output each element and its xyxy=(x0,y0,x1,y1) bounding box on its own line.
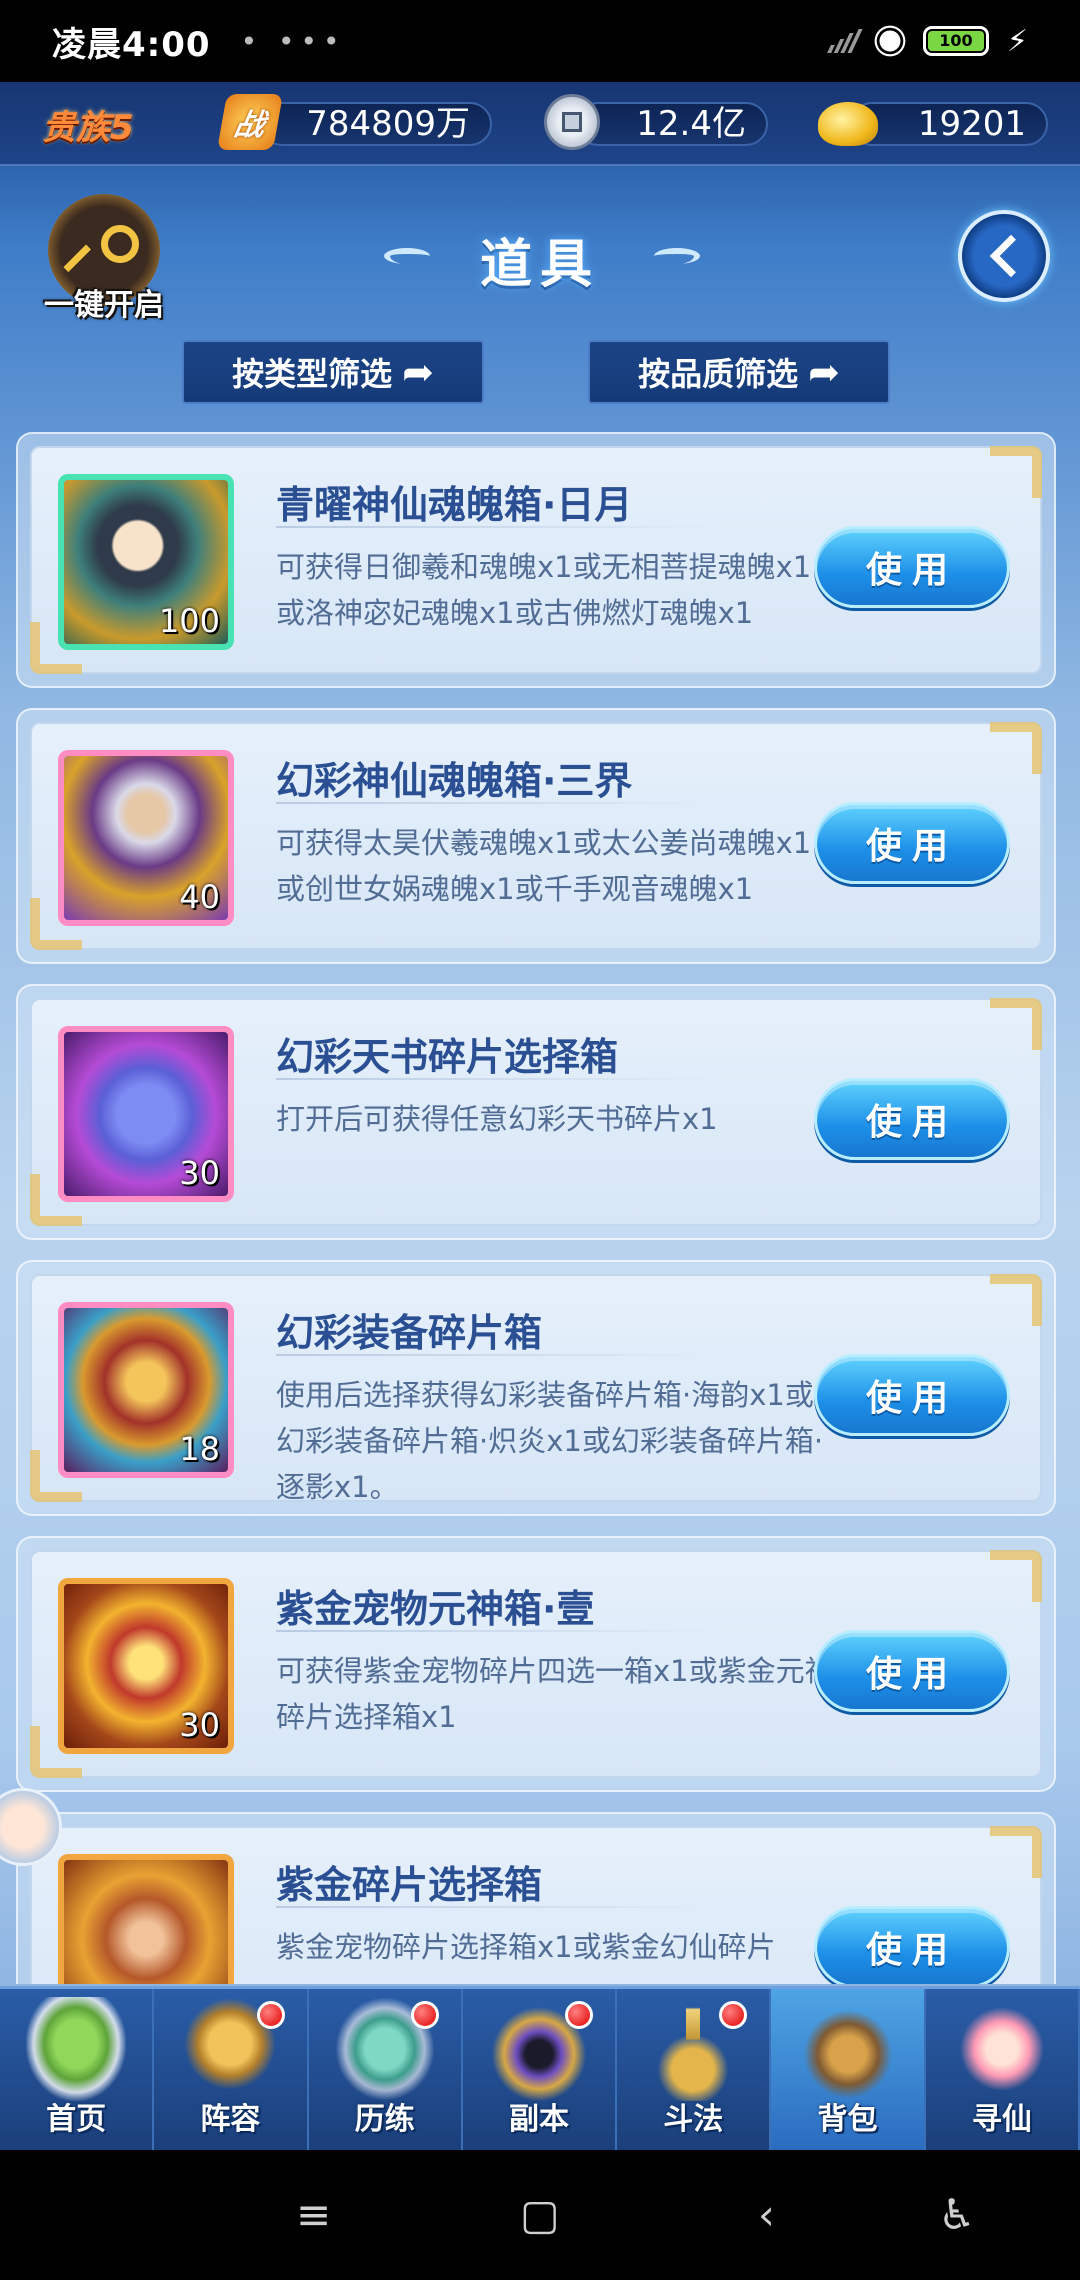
item-name: 幻彩装备碎片箱 xyxy=(276,1311,543,1355)
page-title: 道具 xyxy=(479,235,600,295)
resource-bar: 贵族5 784809万 战 12.4亿 19201 xyxy=(0,82,1080,166)
item-description: 使用后选择获得幻彩装备碎片箱·海韵x1或幻彩装备碎片箱·炽炎x1或幻彩装备碎片箱… xyxy=(276,1378,824,1504)
item-count: 30 xyxy=(179,1706,220,1744)
home-icon[interactable]: ▢ xyxy=(520,2190,560,2239)
notification-badge xyxy=(256,2001,285,2029)
gold-shard-chest-icon[interactable] xyxy=(58,1854,234,1984)
power-value: 784809万 xyxy=(260,102,492,146)
nav-seek-immortal[interactable]: 寻仙 xyxy=(926,1989,1080,2150)
item-count: 18 xyxy=(179,1430,220,1468)
battery-level: 100 xyxy=(927,31,984,51)
soul-box-sun-moon-icon[interactable]: 100 xyxy=(58,474,234,650)
list-item: 40 幻彩神仙魂魄箱·三界 可获得太昊伏羲魂魄x1或太公姜尚魂魄x1或创世女娲魂… xyxy=(16,708,1056,964)
nav-lineup[interactable]: 阵容 xyxy=(154,1989,309,2150)
charging-icon: ⚡ xyxy=(1006,23,1028,59)
notification-dots: • ••• xyxy=(240,24,346,58)
use-button[interactable]: 使用 xyxy=(814,1078,1010,1160)
nav-dungeon[interactable]: 副本 xyxy=(463,1989,618,2150)
use-button[interactable]: 使用 xyxy=(814,1354,1010,1436)
filter-by-type-label: 按类型筛选 xyxy=(232,355,393,393)
brightness-icon xyxy=(879,30,901,52)
nav-label: 寻仙 xyxy=(971,2102,1032,2137)
filter-by-type-button[interactable]: 按类型筛选 ➦ xyxy=(182,340,484,404)
nav-battle[interactable]: 斗法 xyxy=(617,1989,772,2150)
item-name: 紫金宠物元神箱·壹 xyxy=(276,1587,595,1631)
sky-book-bag-icon[interactable]: 30 xyxy=(58,1026,234,1202)
back-button[interactable] xyxy=(958,210,1050,302)
item-count: 100 xyxy=(158,602,220,640)
battle-power-icon: 战 xyxy=(217,94,283,150)
pet-spirit-chest-icon[interactable]: 30 xyxy=(58,1578,234,1754)
nav-label: 首页 xyxy=(46,2102,107,2137)
item-list[interactable]: 100 青曜神仙魂魄箱·日月 可获得日御羲和魂魄x1或无相菩提魂魄x1或洛神宓妃… xyxy=(16,432,1056,1984)
use-button[interactable]: 使用 xyxy=(814,1630,1010,1712)
item-count: 40 xyxy=(179,878,220,916)
item-name: 青曜神仙魂魄箱·日月 xyxy=(276,483,633,527)
use-button[interactable]: 使用 xyxy=(814,802,1010,884)
status-icons: 100 ⚡ xyxy=(827,24,1028,59)
status-bar: 凌晨4:00 • ••• 100 ⚡ xyxy=(0,0,1080,82)
list-item: 18 幻彩装备碎片箱 使用后选择获得幻彩装备碎片箱·海韵x1或幻彩装备碎片箱·炽… xyxy=(16,1260,1056,1516)
use-button[interactable]: 使用 xyxy=(814,1906,1010,1984)
item-description: 紫金宠物碎片选择箱x1或紫金幻仙碎片 xyxy=(276,1930,776,1964)
nav-bag[interactable]: 背包 xyxy=(771,1989,926,2150)
item-name: 幻彩神仙魂魄箱·三界 xyxy=(276,759,633,803)
signal-icon xyxy=(827,29,863,53)
coins-value: 12.4亿 xyxy=(576,102,768,146)
list-item: 100 青曜神仙魂魄箱·日月 可获得日御羲和魂魄x1或无相菩提魂魄x1或洛神宓妃… xyxy=(16,432,1056,688)
nav-label: 斗法 xyxy=(663,2102,724,2137)
share-arrow-icon: ➦ xyxy=(402,350,434,394)
game-screen: 贵族5 784809万 战 12.4亿 19201 一键开启 道具 按类型筛选 … xyxy=(0,82,1080,2150)
filter-by-quality-button[interactable]: 按品质筛选 ➦ xyxy=(588,340,890,404)
item-name: 幻彩天书碎片选择箱 xyxy=(276,1035,619,1079)
equipment-chest-icon[interactable]: 18 xyxy=(58,1302,234,1478)
item-description: 打开后可获得任意幻彩天书碎片x1 xyxy=(276,1102,718,1136)
notification-badge xyxy=(565,2001,594,2029)
item-description: 可获得紫金宠物碎片四选一箱x1或紫金元神碎片选择箱x1 xyxy=(276,1654,834,1734)
filter-by-quality-label: 按品质筛选 xyxy=(638,355,799,393)
bottom-navigation: 首页 阵容 历练 副本 斗法 背包 寻仙 xyxy=(0,1986,1080,2150)
list-item: 30 幻彩天书碎片选择箱 打开后可获得任意幻彩天书碎片x1 使用 xyxy=(16,984,1056,1240)
ingots-value: 19201 xyxy=(850,102,1048,146)
nav-label: 背包 xyxy=(817,2102,878,2137)
back-arrow-icon xyxy=(989,234,1033,278)
list-item: 紫金碎片选择箱 紫金宠物碎片选择箱x1或紫金幻仙碎片 使用 xyxy=(16,1812,1056,1984)
notification-badge xyxy=(410,2001,439,2029)
nav-training[interactable]: 历练 xyxy=(309,1989,463,2150)
menu-icon[interactable]: ≡ xyxy=(296,2190,331,2239)
item-count: 30 xyxy=(179,1154,220,1192)
item-name: 紫金碎片选择箱 xyxy=(276,1863,543,1907)
list-item: 30 紫金宠物元神箱·壹 可获得紫金宠物碎片四选一箱x1或紫金元神碎片选择箱x1… xyxy=(16,1536,1056,1792)
nav-label: 阵容 xyxy=(200,2102,261,2137)
item-description: 可获得太昊伏羲魂魄x1或太公姜尚魂魄x1或创世女娲魂魄x1或千手观音魂魄x1 xyxy=(276,826,812,906)
nav-label: 历练 xyxy=(354,2102,415,2137)
floating-island-icon xyxy=(26,1997,127,2101)
backpack-icon xyxy=(797,1997,898,2101)
title-right-cloud-icon xyxy=(654,248,700,264)
use-button[interactable]: 使用 xyxy=(814,526,1010,608)
item-description: 可获得日御羲和魂魄x1或无相菩提魂魄x1或洛神宓妃魂魄x1或古佛燃灯魂魄x1 xyxy=(276,550,812,630)
nav-label: 副本 xyxy=(508,2102,569,2137)
nav-home[interactable]: 首页 xyxy=(0,1989,155,2150)
copper-coin-icon xyxy=(544,94,600,150)
noble-level-badge[interactable]: 贵族5 xyxy=(42,100,134,149)
system-navigation-bar: ≡ ▢ ‹ ♿ xyxy=(0,2150,1080,2280)
share-arrow-icon: ➦ xyxy=(808,350,840,394)
back-icon[interactable]: ‹ xyxy=(758,2190,775,2239)
status-time: 凌晨4:00 xyxy=(52,24,211,65)
soul-box-three-realms-icon[interactable]: 40 xyxy=(58,750,234,926)
accessibility-icon[interactable]: ♿ xyxy=(938,2190,976,2239)
gold-ingot-icon xyxy=(818,102,878,146)
fox-girl-icon xyxy=(951,1997,1052,2101)
battery-icon: 100 xyxy=(922,26,989,56)
